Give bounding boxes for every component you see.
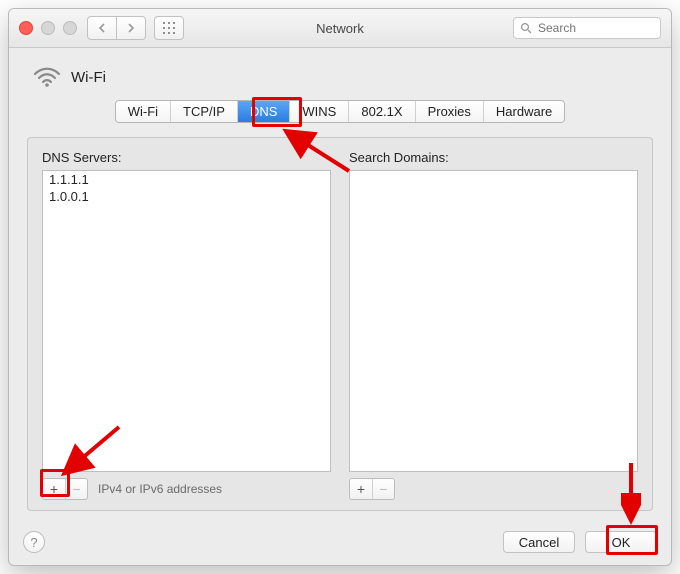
dns-server-item[interactable]: 1.1.1.1 bbox=[43, 171, 330, 188]
chevron-right-icon bbox=[127, 23, 135, 33]
titlebar: Network bbox=[9, 9, 671, 48]
search-domains-pm: + − bbox=[349, 478, 395, 500]
dns-panel: DNS Servers: 1.1.1.11.0.0.1 + − IPv4 or … bbox=[27, 137, 653, 511]
remove-search-domain-button[interactable]: − bbox=[372, 479, 394, 499]
add-dns-server-button[interactable]: + bbox=[43, 479, 65, 499]
connection-header: Wi-Fi bbox=[33, 66, 653, 88]
dns-servers-label: DNS Servers: bbox=[42, 150, 331, 165]
dns-server-item[interactable]: 1.0.0.1 bbox=[43, 188, 330, 205]
grid-icon bbox=[163, 22, 175, 34]
dns-servers-column: DNS Servers: 1.1.1.11.0.0.1 + − IPv4 or … bbox=[42, 150, 331, 500]
search-domains-list[interactable] bbox=[349, 170, 638, 472]
tab-proxies[interactable]: Proxies bbox=[416, 101, 484, 122]
footer: ? Cancel OK bbox=[9, 523, 671, 565]
nav-buttons bbox=[87, 16, 146, 40]
dns-hint: IPv4 or IPv6 addresses bbox=[98, 482, 222, 496]
window-controls bbox=[19, 21, 77, 35]
tab-hardware[interactable]: Hardware bbox=[484, 101, 564, 122]
search-icon bbox=[520, 22, 532, 34]
zoom-window-button[interactable] bbox=[63, 21, 77, 35]
remove-dns-server-button[interactable]: − bbox=[65, 479, 87, 499]
close-window-button[interactable] bbox=[19, 21, 33, 35]
tab-dns[interactable]: DNS bbox=[238, 101, 290, 122]
dns-servers-list[interactable]: 1.1.1.11.0.0.1 bbox=[42, 170, 331, 472]
ok-button[interactable]: OK bbox=[585, 531, 657, 553]
help-button[interactable]: ? bbox=[23, 531, 45, 553]
tab-wins[interactable]: WINS bbox=[290, 101, 349, 122]
tab-8021x[interactable]: 802.1X bbox=[349, 101, 415, 122]
body: Wi-Fi Wi-Fi TCP/IP DNS WINS 802.1X Proxi… bbox=[9, 48, 671, 523]
back-button[interactable] bbox=[87, 16, 117, 40]
search-field[interactable] bbox=[513, 17, 661, 39]
dns-servers-pm: + − bbox=[42, 478, 88, 500]
tab-bar: Wi-Fi TCP/IP DNS WINS 802.1X Proxies Har… bbox=[115, 100, 566, 123]
search-input[interactable] bbox=[536, 20, 654, 36]
forward-button[interactable] bbox=[117, 16, 146, 40]
add-search-domain-button[interactable]: + bbox=[350, 479, 372, 499]
tab-tcpip[interactable]: TCP/IP bbox=[171, 101, 238, 122]
wifi-icon bbox=[33, 66, 61, 88]
search-domains-column: Search Domains: + − bbox=[349, 150, 638, 500]
show-all-button[interactable] bbox=[154, 16, 184, 40]
search-domains-label: Search Domains: bbox=[349, 150, 638, 165]
minimize-window-button[interactable] bbox=[41, 21, 55, 35]
network-preferences-window: Network Wi-Fi Wi-Fi TCP/IP DNS WINS 802.… bbox=[8, 8, 672, 566]
cancel-button[interactable]: Cancel bbox=[503, 531, 575, 553]
chevron-left-icon bbox=[98, 23, 106, 33]
connection-name: Wi-Fi bbox=[71, 69, 106, 86]
tab-wifi[interactable]: Wi-Fi bbox=[116, 101, 171, 122]
